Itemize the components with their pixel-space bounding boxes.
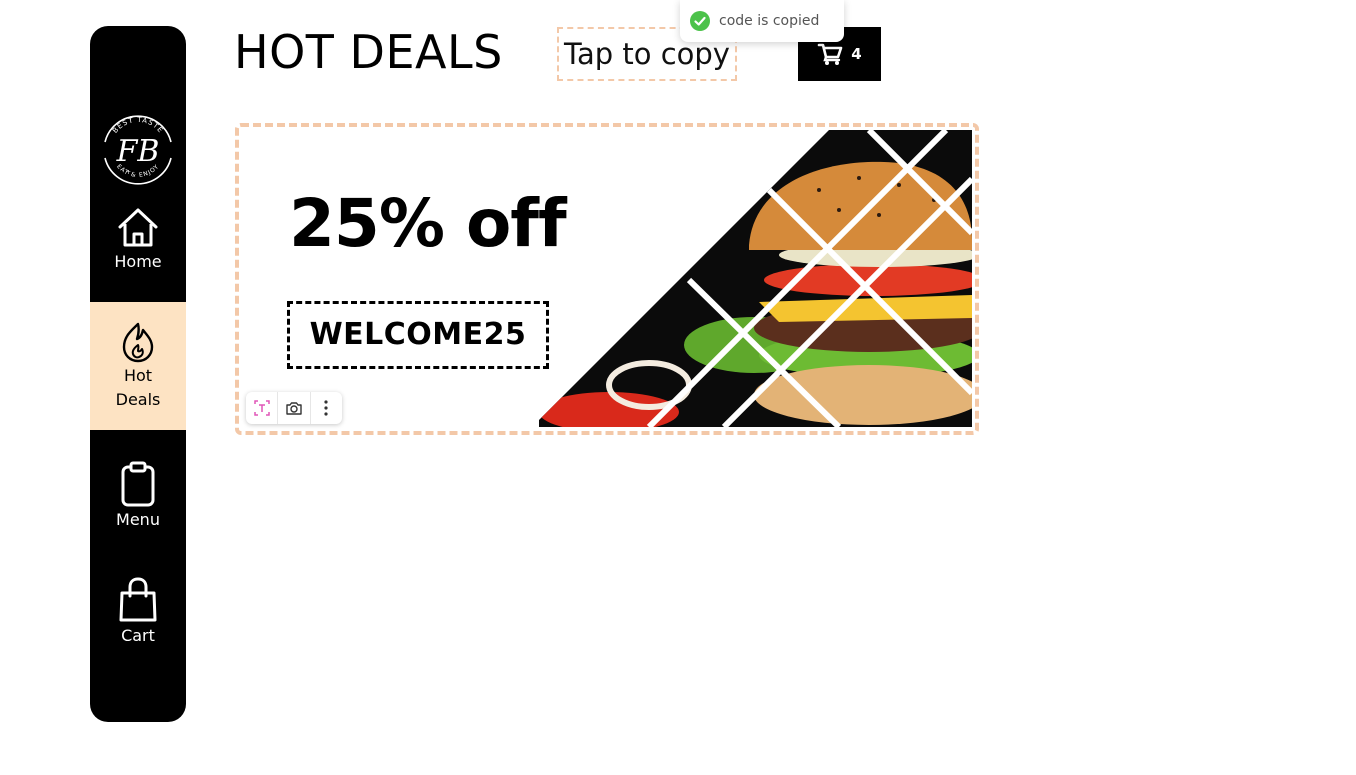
sidebar-item-menu[interactable]: Menu [90, 456, 186, 566]
sidebar: BEST TASTE EAT & ENJOY FB + + Home Hot D… [90, 26, 186, 722]
deal-card[interactable]: 25% off WELCOME25 [235, 123, 979, 435]
cart-count-badge: 4 [851, 45, 862, 63]
brand-logo-icon: BEST TASTE EAT & ENJOY FB + + [104, 115, 172, 185]
logo-top-text: BEST TASTE [111, 116, 164, 135]
svg-text:+: + [128, 115, 133, 122]
coupon-code[interactable]: WELCOME25 [287, 301, 549, 369]
sidebar-item-home[interactable]: Home [90, 202, 186, 302]
more-options-button[interactable] [311, 392, 342, 424]
flame-icon [122, 322, 154, 363]
page-title: HOT DEALS [234, 25, 503, 79]
text-select-button[interactable] [246, 392, 279, 424]
brand-logo[interactable]: BEST TASTE EAT & ENJOY FB + + [97, 108, 179, 190]
burger-image [539, 130, 972, 427]
sidebar-item-hot-deals[interactable]: Hot Deals [90, 302, 186, 430]
sidebar-item-label: Hot Deals [115, 366, 161, 409]
sidebar-item-label: Home [114, 252, 162, 271]
cart-icon [817, 43, 843, 65]
image-toolbar [246, 392, 342, 424]
deal-title: 25% off [289, 185, 567, 262]
svg-text:BEST TASTE: BEST TASTE [111, 116, 165, 135]
toast-notification: code is copied [680, 0, 844, 42]
camera-search-button[interactable] [278, 392, 311, 424]
logo-monogram: FB [116, 134, 160, 169]
svg-text:+: + [126, 169, 131, 176]
toast-text: code is copied [719, 13, 820, 29]
sidebar-item-cart[interactable]: Cart [90, 572, 186, 682]
home-icon [118, 208, 158, 247]
sidebar-item-label: Menu [116, 510, 160, 529]
shopping-bag-icon [119, 577, 157, 622]
text-select-icon [253, 400, 270, 416]
clipboard-icon [121, 461, 155, 507]
camera-search-icon [286, 402, 302, 415]
check-circle-icon [690, 11, 710, 31]
more-vertical-icon [324, 400, 328, 416]
sidebar-item-label: Cart [121, 626, 155, 645]
